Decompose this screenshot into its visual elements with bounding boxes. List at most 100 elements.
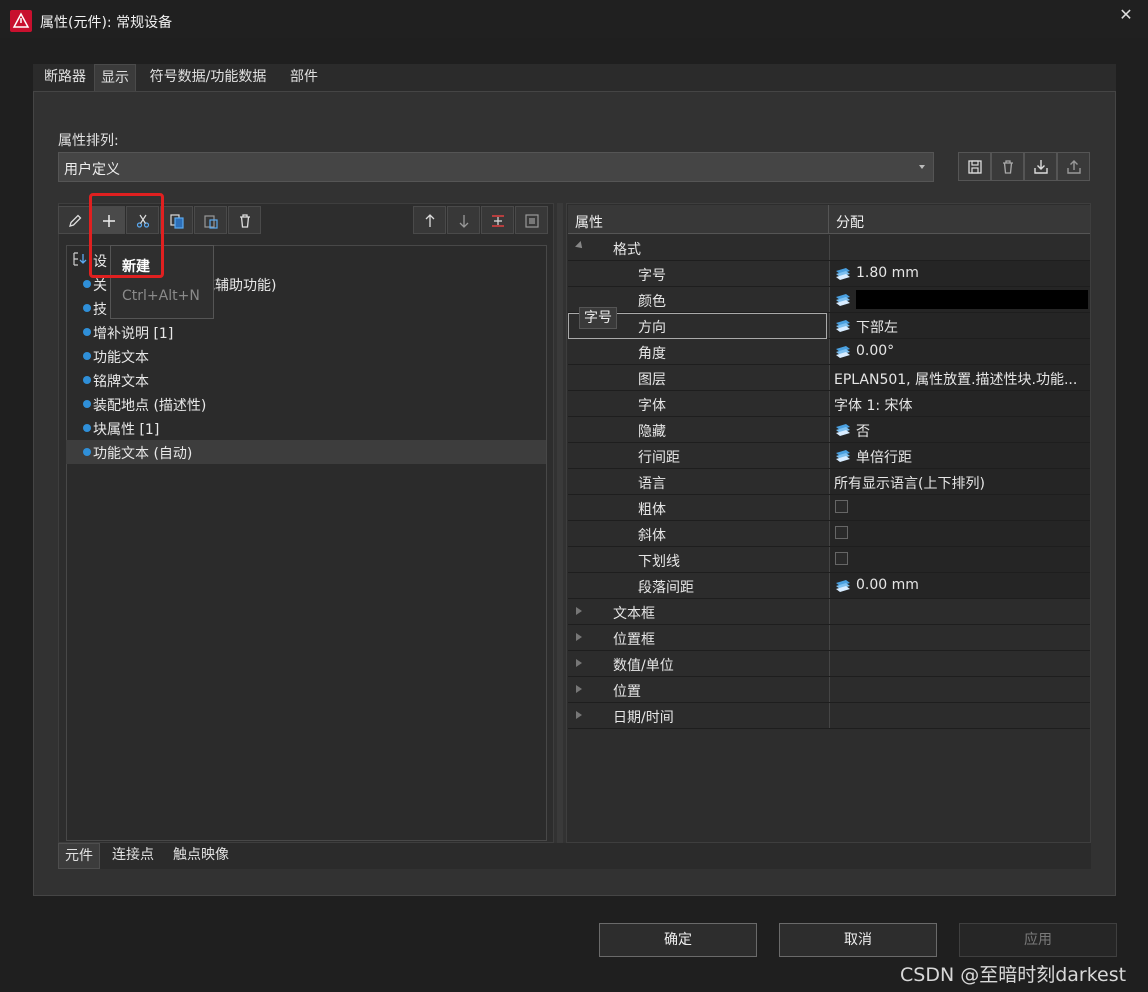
value-cell — [829, 651, 1090, 676]
value-cell[interactable]: 字体 1: 宋体 — [829, 391, 1090, 416]
expand-icon[interactable] — [576, 633, 582, 641]
export-icon — [1067, 160, 1081, 174]
grid-row[interactable]: 粗体 — [568, 495, 1090, 521]
tab-symbol-data[interactable]: 符号数据/功能数据 — [143, 64, 273, 91]
value-cell[interactable]: 0.00 mm — [829, 573, 1090, 598]
value-cell[interactable]: 1.80 mm — [829, 261, 1090, 286]
grid-row[interactable]: 行间距 单倍行距 — [568, 443, 1090, 469]
grid-row[interactable]: 字号 1.80 mm — [568, 261, 1090, 287]
save-icon — [968, 160, 982, 174]
tab-component[interactable]: 元件 — [58, 843, 100, 869]
sort-select[interactable]: 用户定义 — [58, 152, 934, 182]
grid-row[interactable]: 角度 0.00° — [568, 339, 1090, 365]
layer-icon — [836, 268, 850, 280]
frame-icon — [525, 214, 539, 228]
grid-row[interactable]: 斜体 — [568, 521, 1090, 547]
apply-button[interactable]: 应用 — [959, 923, 1117, 957]
delete-scheme-button[interactable] — [991, 152, 1024, 181]
value-cell — [829, 703, 1090, 728]
tree-item-selected[interactable]: 功能文本 (自动) — [66, 440, 546, 464]
delete-button[interactable] — [228, 206, 261, 234]
column-header-value[interactable]: 分配 — [836, 212, 864, 232]
expand-icon[interactable] — [576, 607, 582, 615]
collapse-icon[interactable] — [575, 241, 585, 251]
import-icon — [1034, 160, 1048, 174]
value-cell[interactable]: 单倍行距 — [829, 443, 1090, 468]
value-cell — [829, 547, 1090, 572]
paste-button[interactable] — [194, 206, 227, 234]
expand-icon[interactable] — [576, 685, 582, 693]
tree-item[interactable]: 增补说明 [1] — [66, 320, 546, 344]
value-cell — [829, 625, 1090, 650]
import-scheme-button[interactable] — [1024, 152, 1057, 181]
grid-row-position-frame[interactable]: 位置框 — [568, 625, 1090, 651]
grid-row[interactable]: 颜色 — [568, 287, 1090, 313]
tree-item[interactable]: 装配地点 (描述性) — [66, 392, 546, 416]
tab-display[interactable]: 显示 — [94, 64, 136, 91]
pane-splitter[interactable] — [557, 203, 563, 843]
eplan-app-icon — [10, 10, 32, 32]
italic-checkbox[interactable] — [835, 526, 848, 539]
grid-header: 属性 分配 — [568, 205, 1090, 234]
save-scheme-button[interactable] — [958, 152, 991, 181]
tree-root-icon — [73, 252, 87, 266]
chevron-down-icon — [919, 165, 925, 169]
underline-checkbox[interactable] — [835, 552, 848, 565]
grid-row-datetime[interactable]: 日期/时间 — [568, 703, 1090, 729]
move-down-button[interactable] — [447, 206, 480, 234]
tab-circuit-breaker[interactable]: 断路器 — [37, 64, 93, 91]
grid-row[interactable]: 语言 所有显示语言(上下排列) — [568, 469, 1090, 495]
top-tab-bar: 断路器 显示 符号数据/功能数据 部件 — [33, 64, 1116, 91]
select-all-button[interactable] — [515, 206, 548, 234]
move-up-button[interactable] — [413, 206, 446, 234]
grid-row-value-unit[interactable]: 数值/单位 — [568, 651, 1090, 677]
grid-row-position[interactable]: 位置 — [568, 677, 1090, 703]
grid-row[interactable]: 隐藏 否 — [568, 417, 1090, 443]
ok-button[interactable]: 确定 — [599, 923, 757, 957]
value-cell[interactable]: 否 — [829, 417, 1090, 442]
trash-icon — [1003, 160, 1013, 174]
tab-parts[interactable]: 部件 — [283, 64, 325, 91]
layer-icon — [836, 580, 850, 592]
bottom-tab-bar: 元件 连接点 触点映像 — [58, 843, 1091, 869]
grid-row-format[interactable]: 格式 — [568, 235, 1090, 261]
export-scheme-button[interactable] — [1057, 152, 1090, 181]
hover-tooltip: 字号 — [579, 307, 617, 329]
grid-row[interactable]: 图层 EPLAN501, 属性放置.描述性块.功能... — [568, 365, 1090, 391]
tab-contact-image[interactable]: 触点映像 — [173, 843, 229, 869]
expand-icon[interactable] — [576, 711, 582, 719]
annotation-highlight — [89, 193, 164, 278]
copy-button[interactable] — [160, 206, 193, 234]
tree-item[interactable]: 块属性 [1] — [66, 416, 546, 440]
bullet-icon — [83, 328, 91, 336]
tab-connection-points[interactable]: 连接点 — [112, 843, 154, 869]
layer-icon — [836, 450, 850, 462]
expand-icon[interactable] — [576, 659, 582, 667]
color-swatch[interactable] — [856, 290, 1088, 309]
value-cell[interactable]: 0.00° — [829, 339, 1090, 364]
edit-button[interactable] — [58, 206, 91, 234]
title-bar: 属性(元件): 常规设备 ✕ — [0, 0, 1148, 38]
tree-item[interactable]: 铭牌文本 — [66, 368, 546, 392]
grid-row[interactable]: 段落间距 0.00 mm — [568, 573, 1090, 599]
value-cell[interactable] — [829, 287, 1090, 312]
tree-item[interactable]: 功能文本 — [66, 344, 546, 368]
sort-select-value: 用户定义 — [64, 162, 120, 178]
close-button[interactable]: ✕ — [1104, 0, 1148, 32]
bold-checkbox[interactable] — [835, 500, 848, 513]
grid-row[interactable]: 下划线 — [568, 547, 1090, 573]
column-header-property[interactable]: 属性 — [575, 212, 603, 232]
sort-label: 属性排列: — [58, 133, 119, 149]
bullet-icon — [83, 304, 91, 312]
value-cell[interactable]: EPLAN501, 属性放置.描述性块.功能... — [829, 365, 1090, 390]
bullet-icon — [83, 280, 91, 288]
bullet-icon — [83, 424, 91, 432]
paste-icon — [204, 215, 218, 229]
value-cell — [829, 599, 1090, 624]
grid-row[interactable]: 字体 字体 1: 宋体 — [568, 391, 1090, 417]
cancel-button[interactable]: 取消 — [779, 923, 937, 957]
value-cell[interactable]: 所有显示语言(上下排列) — [829, 469, 1090, 494]
grid-row-textframe[interactable]: 文本框 — [568, 599, 1090, 625]
value-cell[interactable]: 下部左 — [829, 313, 1090, 338]
insert-separator-button[interactable] — [481, 206, 514, 234]
